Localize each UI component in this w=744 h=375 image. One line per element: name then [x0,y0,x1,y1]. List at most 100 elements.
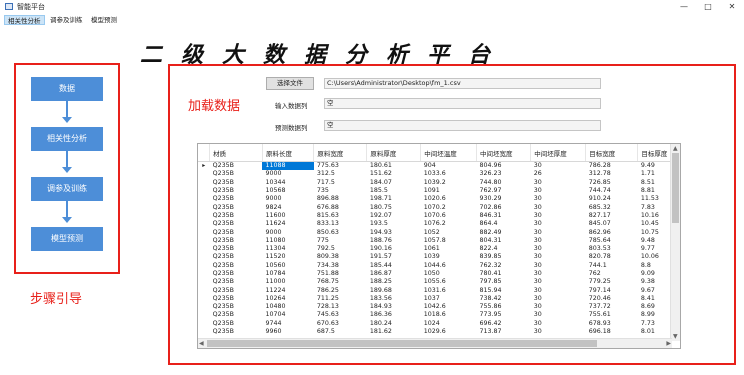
table-cell[interactable]: 696.42 [477,320,531,328]
table-cell[interactable]: 1020.6 [421,195,477,203]
table-cell[interactable]: Q235B [210,253,263,261]
table-cell[interactable]: 762 [586,270,638,278]
table-cell[interactable]: 11224 [262,286,313,294]
column-header[interactable]: 原料宽度 [313,144,368,162]
table-cell[interactable]: 822.4 [477,245,531,253]
table-row[interactable]: Q235B 11224 786.25 189.68 1031.6 815.94 30 797.… [198,286,680,294]
table-cell[interactable]: 720.46 [586,295,638,303]
row-header[interactable] [198,237,210,245]
table-cell[interactable]: 10568 [262,187,313,195]
table-cell[interactable]: Q235B [210,237,263,245]
row-header[interactable] [198,245,210,253]
table-cell[interactable]: 30 [531,328,586,336]
table-cell[interactable]: 30 [531,228,586,236]
table-cell[interactable]: 312.78 [586,170,638,178]
row-header[interactable] [198,270,210,278]
table-cell[interactable]: 833.13 [314,220,367,228]
table-cell[interactable]: 762.32 [477,262,531,270]
minimize-button[interactable]: — [676,1,692,12]
table-cell[interactable]: 185.44 [367,262,421,270]
table-cell[interactable]: 768.75 [314,278,367,286]
horizontal-scrollbar[interactable]: ◀ ▶ [198,338,672,348]
table-cell[interactable]: 780.41 [477,270,531,278]
table-cell[interactable]: 850.63 [314,228,367,236]
table-cell[interactable]: Q235B [210,228,263,236]
table-cell[interactable]: 711.25 [314,295,367,303]
table-cell[interactable]: 792.5 [314,245,367,253]
table-cell[interactable]: 797.14 [586,286,638,294]
table-cell[interactable]: 30 [531,220,586,228]
table-row[interactable]: Q235B 10784 751.88 186.87 1050 780.41 30 762 9.0… [198,270,680,278]
table-cell[interactable]: 687.5 [314,328,367,336]
table-cell[interactable]: 785.64 [586,237,638,245]
table-cell[interactable]: 30 [531,286,586,294]
table-cell[interactable]: 194.93 [367,228,421,236]
table-cell[interactable]: 10480 [262,303,313,311]
table-cell[interactable]: 1061 [421,245,477,253]
step-prediction-button[interactable]: 模型预测 [31,227,103,251]
table-cell[interactable]: 734.38 [314,262,367,270]
menu-tuning[interactable]: 调参及训练 [47,15,86,25]
file-path-field[interactable]: C:\Users\Administrator\Desktop\fm_1.csv [324,78,601,89]
table-cell[interactable]: 804.31 [477,237,531,245]
table-cell[interactable]: 670.63 [314,320,367,328]
table-cell[interactable]: Q235B [210,162,263,171]
table-cell[interactable]: 827.17 [586,212,638,220]
table-cell[interactable]: 11304 [262,245,313,253]
table-cell[interactable]: 755.86 [477,303,531,311]
table-cell[interactable]: 815.94 [477,286,531,294]
table-cell[interactable]: 803.53 [586,245,638,253]
table-cell[interactable]: 181.62 [367,328,421,336]
table-cell[interactable]: 186.87 [367,270,421,278]
table-cell[interactable]: 839.85 [477,253,531,261]
table-cell[interactable]: 185.5 [367,187,421,195]
table-cell[interactable]: 1031.6 [421,286,477,294]
table-cell[interactable]: 864.4 [477,220,531,228]
table-cell[interactable]: Q235B [210,278,263,286]
scroll-up-icon[interactable]: ▲ [673,144,678,153]
column-header[interactable]: 中间坯厚度 [530,144,587,162]
table-row[interactable]: Q235B 11520 809.38 191.57 1039 839.85 30 820.78… [198,253,680,261]
column-header[interactable]: 中间坯温度 [420,144,478,162]
table-cell[interactable]: 904 [421,162,477,171]
table-cell[interactable]: 184.07 [367,179,421,187]
table-cell[interactable]: 910.24 [586,195,638,203]
table-cell[interactable]: 193.5 [367,220,421,228]
table-cell[interactable]: 775.63 [314,162,367,171]
table-cell[interactable]: 11624 [262,220,313,228]
table-row[interactable]: Q235B 11000 768.75 188.25 1055.6 797.85 30 779.… [198,278,680,286]
column-header[interactable]: 中间坯宽度 [476,144,532,162]
table-cell[interactable]: Q235B [210,203,263,211]
table-cell[interactable]: 809.38 [314,253,367,261]
table-cell[interactable]: 1029.6 [421,328,477,336]
table-cell[interactable]: 815.63 [314,212,367,220]
table-cell[interactable]: 797.85 [477,278,531,286]
table-cell[interactable]: 737.72 [586,303,638,311]
table-cell[interactable]: 1018.6 [421,311,477,319]
table-cell[interactable]: 30 [531,179,586,187]
table-cell[interactable]: 10344 [262,179,313,187]
table-cell[interactable]: 745.63 [314,311,367,319]
table-row[interactable]: Q235B 9960 687.5 181.62 1029.6 713.87 30 696.18… [198,328,680,336]
table-cell[interactable]: 1042.6 [421,303,477,311]
table-row[interactable]: Q235B 11624 833.13 193.5 1076.2 864.4 30 845.07… [198,220,680,228]
table-cell[interactable]: Q235B [210,220,263,228]
table-row[interactable]: Q235B 10264 711.25 183.56 1037 738.42 30 720.46… [198,295,680,303]
table-cell[interactable]: 189.68 [367,286,421,294]
vertical-scroll-thumb[interactable] [672,153,679,223]
table-cell[interactable]: 30 [531,195,586,203]
table-cell[interactable]: 10704 [262,311,313,319]
table-cell[interactable]: 30 [531,295,586,303]
scroll-right-icon[interactable]: ▶ [666,339,671,348]
column-header[interactable]: 材质 [209,144,263,162]
table-cell[interactable]: 1044.6 [421,262,477,270]
table-cell[interactable]: 190.16 [367,245,421,253]
current-row-icon[interactable]: ▸ [198,162,210,171]
table-cell[interactable]: 188.25 [367,278,421,286]
table-row[interactable]: Q235B 9000 896.88 198.71 1020.6 930.29 30 910.2… [198,195,680,203]
table-cell[interactable]: 862.96 [586,228,638,236]
table-row[interactable]: Q235B 9000 850.63 194.93 1052 882.49 30 862.96 1… [198,228,680,236]
row-header[interactable] [198,311,210,319]
table-cell[interactable]: 30 [531,278,586,286]
table-cell[interactable]: 846.31 [477,212,531,220]
